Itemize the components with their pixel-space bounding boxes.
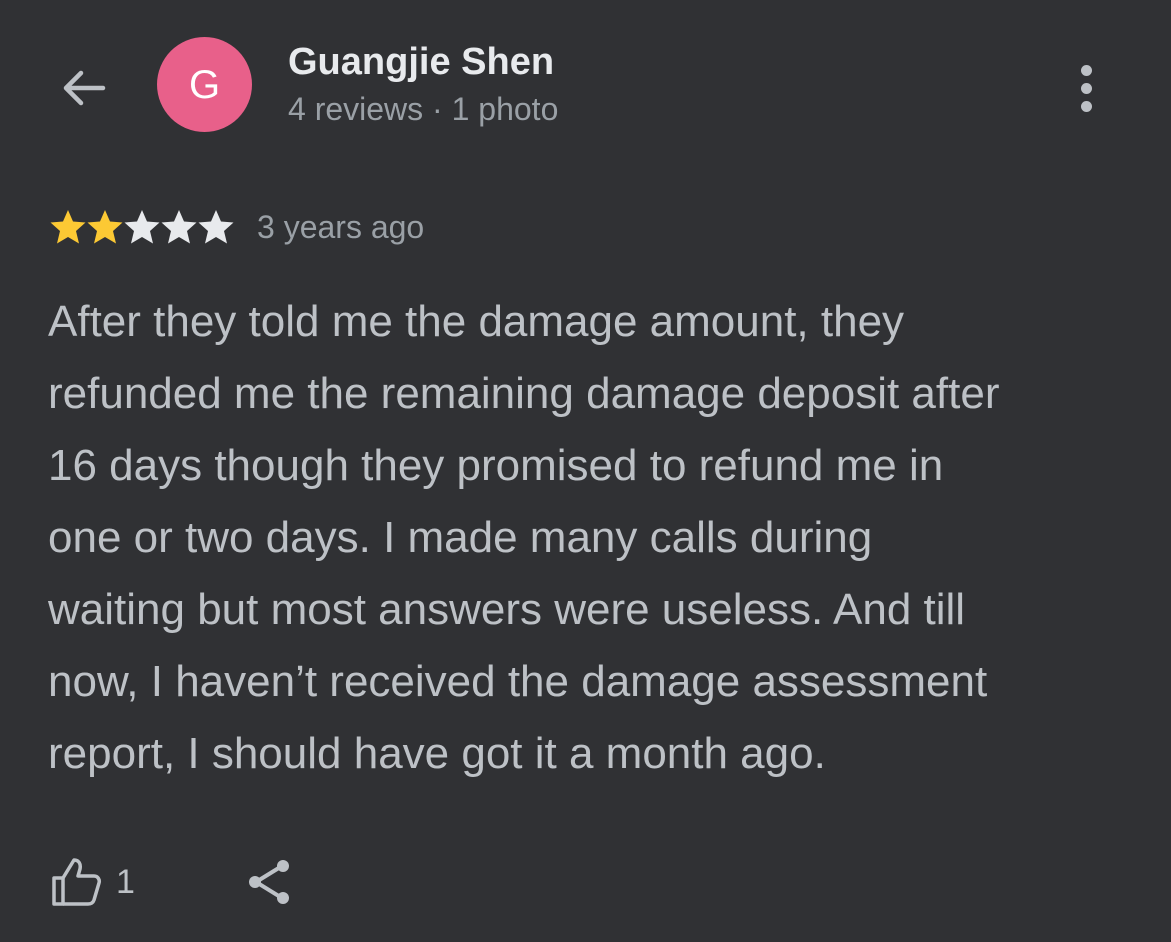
star-empty-icon <box>161 210 197 244</box>
arrow-back-icon <box>63 70 106 106</box>
review-detail-page: G Guangjie Shen 4 reviews · 1 photo 3 ye… <box>0 0 1171 942</box>
share-button[interactable] <box>240 852 300 912</box>
review-time: 3 years ago <box>257 208 425 245</box>
star-rating <box>48 207 234 247</box>
star-filled-icon <box>87 210 123 244</box>
avatar-letter: G <box>188 62 221 107</box>
thumb-up-icon <box>52 858 101 906</box>
more-options-button[interactable] <box>1066 56 1106 120</box>
more-vert-icon <box>1080 64 1092 112</box>
like-button[interactable]: 1 <box>48 852 135 912</box>
avatar[interactable]: G <box>157 37 252 132</box>
reviewer-name[interactable]: Guangjie Shen <box>288 41 554 84</box>
rating-row: 3 years ago <box>48 202 424 252</box>
star-empty-icon <box>198 210 234 244</box>
star-empty-icon <box>124 210 160 244</box>
like-count: 1 <box>116 862 135 901</box>
back-button[interactable] <box>52 56 116 120</box>
reviewer-meta: 4 reviews · 1 photo <box>288 91 559 127</box>
review-text: After they told me the damage amount, th… <box>48 297 1000 778</box>
share-icon <box>249 860 289 904</box>
star-filled-icon <box>50 210 86 244</box>
